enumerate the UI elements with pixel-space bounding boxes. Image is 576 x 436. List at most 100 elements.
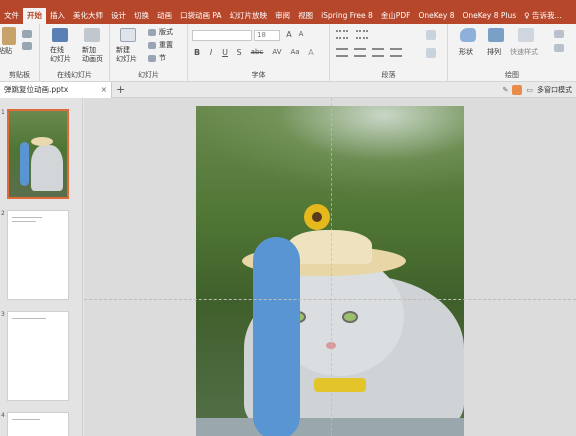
paragraph-group: 段落 [330,24,448,82]
current-slide[interactable] [196,106,464,436]
menu-tab[interactable]: 文件 [0,8,23,24]
arrange-icon [488,28,504,42]
align-left-icon[interactable] [336,48,348,57]
slide-number: 1 [1,109,5,116]
bold-button[interactable]: B [192,48,202,57]
drawing-group: 形状 排列 快速样式 绘图 [448,24,576,82]
slide-number: 4 [1,412,5,419]
online-slides-group: 在线 幻灯片 新加 动画页 在线幻灯片 [40,24,110,82]
slides-group: 新建 幻灯片 版式 重置 节 幻灯片 [110,24,188,82]
shape-outline-icon[interactable] [554,44,564,52]
reset-icon [148,42,156,49]
smartart-icon[interactable] [426,48,436,58]
slide-number: 3 [1,311,5,318]
copy-icon[interactable] [22,42,32,50]
paragraph-group-label: 段落 [381,71,396,79]
multiwindow-button[interactable]: 多窗口模式 [537,85,572,95]
change-case-button[interactable]: Aa [288,48,302,56]
shadow-button[interactable]: S [234,48,244,57]
quick-styles-button[interactable]: 快速样式 [510,48,538,57]
slide-thumbnail-1[interactable] [7,109,69,199]
reset-button[interactable]: 重置 [159,41,173,50]
strikethrough-button[interactable]: abc [248,48,266,56]
online-slides-icon [52,28,68,42]
settings-icon[interactable] [512,85,523,95]
menu-tab[interactable]: 动画 [153,8,176,24]
cut-icon[interactable] [22,30,32,38]
document-tab-title: 弹跳复位动画.pptx [4,85,69,94]
align-center-icon[interactable] [354,48,366,57]
menu-tab[interactable]: 插入 [46,8,69,24]
paste-button[interactable]: 粘贴 [0,47,12,56]
paste-icon [2,27,16,45]
font-group: 18 A A B I U S abc AV Aa A 字体 [188,24,330,82]
sunflower-center [312,212,322,222]
slide-thumbnail-4[interactable] [7,412,69,436]
justify-icon[interactable] [390,48,402,57]
section-button[interactable]: 节 [159,54,166,63]
arrange-button[interactable]: 排列 [487,48,501,57]
bullets-icon[interactable] [336,30,348,39]
document-tab[interactable]: 弹跳复位动画.pptx × [0,82,112,98]
thumbnail-hat [31,137,53,146]
underline-button[interactable]: U [220,48,230,57]
shapes-button[interactable]: 形状 [459,48,473,57]
menu-tab[interactable]: OneKey 8 Plus [458,8,520,24]
quick-styles-icon [518,28,534,42]
add-animation-page-button[interactable]: 新加 动画页 [82,46,103,64]
close-icon[interactable]: × [101,82,107,98]
slide-thumbnail-panel: 1 2 3 4 [0,98,83,436]
menu-tab[interactable]: 美化大师 [69,8,107,24]
title-bar [0,0,576,8]
slide-thumbnail-2[interactable] [7,210,69,300]
section-icon [148,55,156,62]
horizontal-guide[interactable] [84,299,576,300]
italic-button[interactable]: I [206,48,216,57]
new-slide-icon [120,28,136,42]
rounded-rectangle-shape[interactable] [253,237,300,436]
drawing-group-label: 绘图 [505,71,519,79]
menu-tab[interactable]: iSpring Free 8 [317,8,377,24]
hat-crown [288,230,372,264]
layout-button[interactable]: 版式 [159,28,173,37]
menu-tab[interactable]: 金山PDF [377,8,415,24]
font-color-button[interactable]: A [306,48,316,57]
decrease-font-icon[interactable]: A [296,30,306,38]
menu-tab[interactable]: ♀ 告诉我... [520,8,566,24]
menu-tab[interactable]: 视图 [294,8,317,24]
ribbon-tab-bar: 文件 开始 插入 美化大师 设计 切换 动画 口袋动画 PA 幻灯片放映 审阅 视图 iSpring … [0,8,576,24]
shapes-icon [460,28,476,42]
menu-tab[interactable]: 审阅 [271,8,294,24]
thumbnail-capsule [20,142,29,186]
align-right-icon[interactable] [372,48,384,57]
numbering-icon[interactable] [356,30,368,39]
document-tab-bar: 弹跳复位动画.pptx × + ✎ ▭ 多窗口模式 [0,82,576,98]
clipboard-group-label: 剪贴板 [9,71,30,79]
font-family-combo[interactable] [192,30,252,41]
slide-thumbnail-3[interactable] [7,311,69,401]
pen-icon[interactable]: ✎ [503,86,509,94]
increase-font-icon[interactable]: A [284,30,294,39]
vertical-guide[interactable] [331,98,332,436]
font-size-combo[interactable]: 18 [254,30,280,41]
online-slides-button[interactable]: 在线 幻灯片 [50,46,71,64]
menu-tab[interactable]: OneKey 8 [414,8,458,24]
menu-tab[interactable]: 切换 [130,8,153,24]
slide-editing-canvas[interactable] [84,98,576,436]
new-slide-button[interactable]: 新建 幻灯片 [116,46,137,64]
add-animation-page-icon [84,28,100,42]
menu-tab[interactable]: 幻灯片放映 [226,8,272,24]
thumbnail-cat [31,145,63,191]
text-direction-icon[interactable] [426,30,436,40]
slides-group-label: 幻灯片 [138,71,159,79]
menu-tab[interactable]: 设计 [107,8,130,24]
menu-tab[interactable]: 开始 [23,8,46,24]
slide-number: 2 [1,210,5,217]
menu-tab[interactable]: 口袋动画 PA [176,8,226,24]
ribbon: 粘贴 剪贴板 在线 幻灯片 新加 动画页 在线幻灯片 新建 幻灯片 版式 重置 … [0,24,576,82]
ground [196,418,464,436]
shape-fill-icon[interactable] [554,30,564,38]
new-tab-button[interactable]: + [116,82,125,98]
layout-icon [148,29,156,36]
char-spacing-button[interactable]: AV [270,48,284,56]
